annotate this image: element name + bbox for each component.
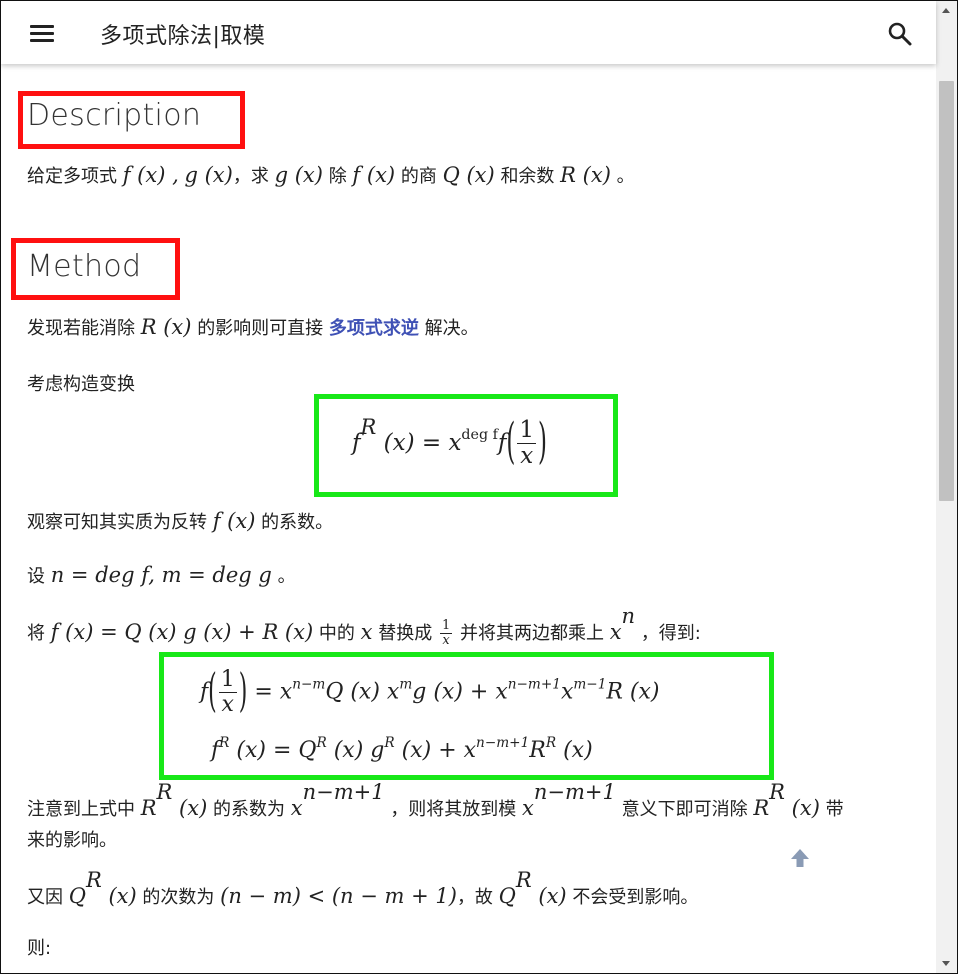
top-app-bar: 多项式除法|取模 [1, 1, 936, 64]
equation-2-line-2: fR (x) = QR (x) gR (x) + xn−m+1RR (x) [211, 734, 593, 763]
method-paragraph-8: 则: [27, 938, 52, 959]
equation-2-line-1: f(1 x) = xn−mQ (x) xmg (x) + xn−m+1xm−1R … [200, 665, 660, 719]
equation-reverse-transform: fR (x) = xdeg ff(1 x) [352, 415, 548, 471]
back-to-top-arrow-icon[interactable] [788, 846, 812, 870]
method-paragraph-6-line-2: 来的影响。 [27, 830, 117, 851]
heading-method: Method [27, 249, 142, 284]
scroll-up-arrow-icon[interactable] [936, 1, 957, 18]
method-paragraph-5: 将 f (x) = Q (x) g (x) + R (x) 中的 x 替换成 1… [27, 604, 701, 649]
menu-icon[interactable] [27, 21, 57, 45]
method-paragraph-1: 发现若能消除 R (x) 的影响则可直接 多项式求逆 解决。 [27, 315, 479, 339]
description-paragraph: 给定多项式 f (x) , g (x)，求 g (x) 除 f (x) 的商 Q… [27, 163, 635, 187]
scroll-thumb[interactable] [939, 81, 954, 501]
link-polynomial-inverse[interactable]: 多项式求逆 [329, 318, 419, 339]
search-icon[interactable] [885, 19, 915, 49]
method-paragraph-4: 设 n = deg f, m = deg g 。 [27, 563, 296, 587]
scroll-down-arrow-icon[interactable] [936, 956, 957, 973]
vertical-scrollbar[interactable] [936, 1, 957, 973]
method-paragraph-2: 考虑构造变换 [27, 374, 135, 395]
heading-description: Description [27, 98, 202, 133]
method-paragraph-7: 又因 QR (x) 的次数为 (n − m) < (n − m + 1)，故 Q… [27, 868, 699, 908]
page-title: 多项式除法|取模 [100, 24, 266, 49]
method-paragraph-3: 观察可知其实质为反转 f (x) 的系数。 [27, 509, 334, 533]
method-paragraph-6: 注意到上式中 RR (x) 的系数为 xn−m+1 ，则将其放到模 xn−m+1… [27, 780, 844, 820]
